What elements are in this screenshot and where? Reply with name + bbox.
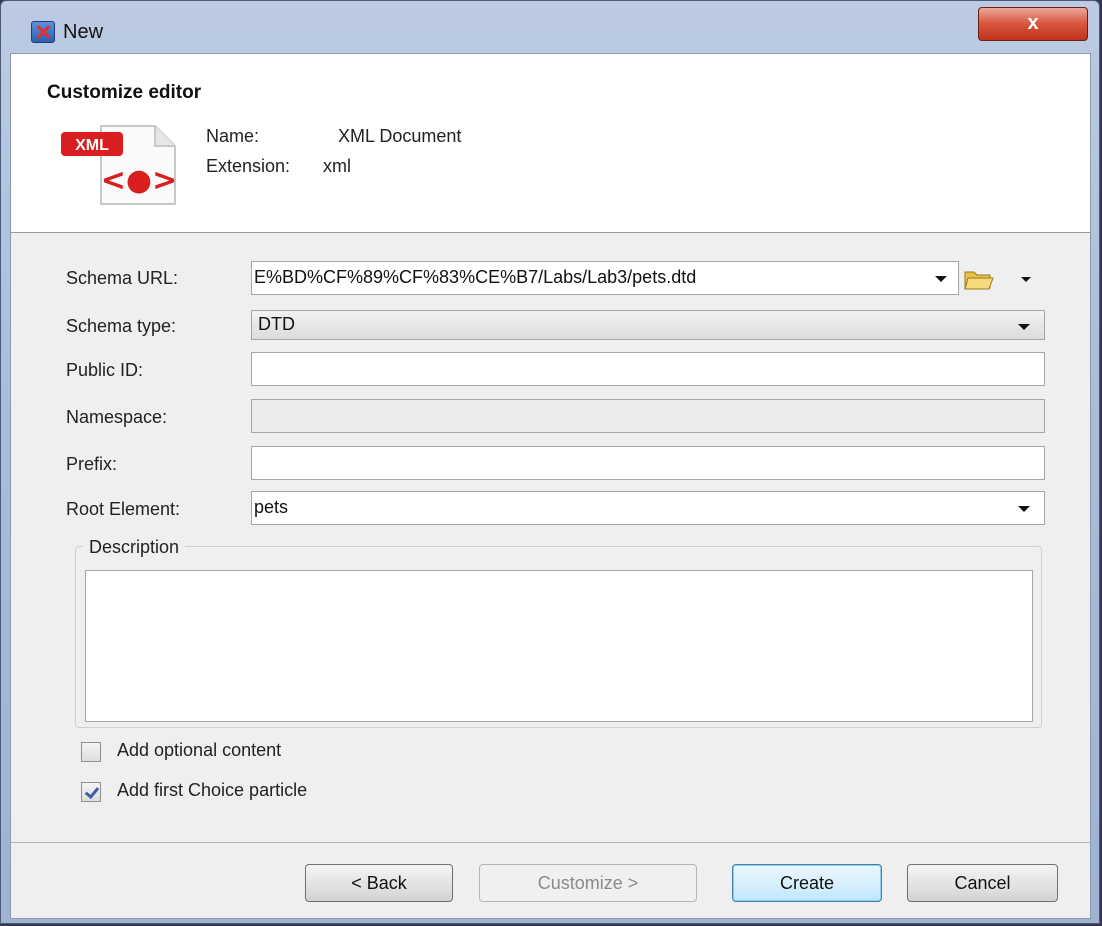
optional-content-checkbox[interactable] <box>81 742 101 762</box>
dialog-window: New x Customize editor XML <●> Name: XML… <box>0 0 1100 924</box>
back-button[interactable]: < Back <box>305 864 453 902</box>
dialog-content: Customize editor XML <●> Name: XML Docum… <box>10 53 1091 919</box>
xml-document-icon: XML <●> <box>61 125 177 205</box>
page-title: Customize editor <box>47 82 202 103</box>
namespace-input <box>251 399 1045 433</box>
cancel-button[interactable]: Cancel <box>907 864 1058 902</box>
customize-button[interactable]: Customize > <box>479 864 697 902</box>
chevron-down-icon[interactable] <box>1018 506 1030 512</box>
schema-url-label: Schema URL: <box>66 268 179 288</box>
name-value: XML Document <box>338 126 462 146</box>
extension-value: xml <box>323 156 351 176</box>
xml-badge-label: XML <box>75 137 109 154</box>
title-bar[interactable]: New x <box>1 1 1099 53</box>
public-id-label: Public ID: <box>66 360 144 380</box>
description-legend: Description <box>83 537 186 558</box>
root-element-value: pets <box>254 497 289 517</box>
schema-type-label: Schema type: <box>66 316 177 336</box>
prefix-input[interactable] <box>251 446 1045 480</box>
browse-menu-arrow-icon[interactable] <box>1021 277 1031 282</box>
public-id-input[interactable] <box>251 352 1045 386</box>
extension-label: Extension: <box>206 156 291 176</box>
app-logo-icon <box>31 21 55 43</box>
dialog-header: Customize editor XML <●> Name: XML Docum… <box>11 54 1090 233</box>
name-label: Name: <box>206 126 260 146</box>
schema-url-value: E%BD%CF%89%CF%83%CE%B7/Labs/Lab3/pets.dt… <box>254 267 697 287</box>
window-title: New <box>63 21 104 43</box>
root-element-label: Root Element: <box>66 499 181 519</box>
prefix-label: Prefix: <box>66 454 118 474</box>
schema-url-combo[interactable]: E%BD%CF%89%CF%83%CE%B7/Labs/Lab3/pets.dt… <box>251 261 959 295</box>
create-button[interactable]: Create <box>732 864 882 902</box>
root-element-combo[interactable]: pets <box>251 491 1045 525</box>
first-choice-label[interactable]: Add first Choice particle <box>117 780 307 801</box>
chevron-down-icon[interactable] <box>1018 324 1030 330</box>
description-textarea[interactable] <box>85 570 1033 722</box>
chevron-down-icon[interactable] <box>935 276 947 282</box>
close-button[interactable]: x <box>978 7 1088 41</box>
xml-tag-glyph: <●> <box>101 163 177 198</box>
footer-divider <box>11 842 1090 843</box>
first-choice-checkbox[interactable] <box>81 782 101 802</box>
schema-type-select[interactable]: DTD <box>251 310 1045 340</box>
optional-content-label[interactable]: Add optional content <box>117 740 281 761</box>
schema-type-value: DTD <box>258 314 295 334</box>
folder-open-icon[interactable] <box>964 267 994 291</box>
namespace-label: Namespace: <box>66 407 168 427</box>
